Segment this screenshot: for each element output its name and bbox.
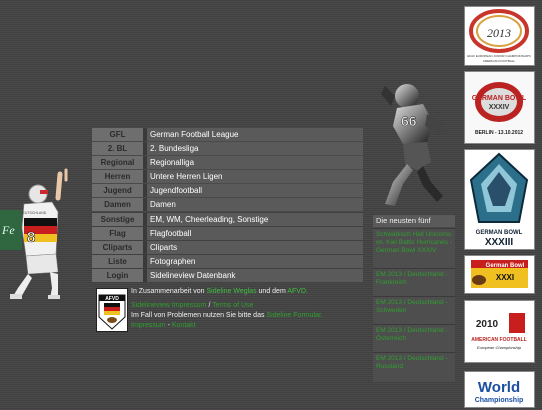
- nav-row-liste[interactable]: Liste Fotographen: [92, 254, 363, 268]
- football-player-right-image: 66: [381, 84, 447, 206]
- impressum-link[interactable]: Impressum: [131, 322, 166, 329]
- svg-text:AMERICAN FOOTBALL: AMERICAN FOOTBALL: [483, 59, 516, 63]
- nav-abbr[interactable]: Damen: [92, 198, 147, 212]
- svg-text:BERLIN - 13.10.2012: BERLIN - 13.10.2012: [475, 130, 523, 136]
- svg-text:XXXI: XXXI: [496, 273, 514, 282]
- nav-full[interactable]: Damen: [147, 198, 363, 212]
- banner-efaf-junior-2013[interactable]: 2013 EFAF EUROPEAN JUNIOR CHAMPIONSHIPS …: [464, 6, 535, 66]
- coop-middle: und dem: [258, 288, 286, 295]
- cooperation-text: In Zusammenarbeit von Sideline Weglas un…: [131, 287, 371, 331]
- shirt-text: DEUTSCHLAND: [20, 211, 47, 215]
- nav-full[interactable]: Jugendfootball: [147, 184, 363, 198]
- nav-abbr[interactable]: Jugend: [92, 184, 147, 198]
- nav-full[interactable]: Regionalliga: [147, 156, 363, 170]
- banner-german-bowl-xxxiv[interactable]: GERMAN BOWL XXXIV BERLIN - 13.10.2012: [464, 71, 535, 144]
- svg-text:XXXIII: XXXIII: [485, 237, 514, 248]
- afvd-logo[interactable]: AFVD: [96, 288, 128, 332]
- terms-link[interactable]: Terms of Use: [212, 302, 253, 309]
- news-item-4[interactable]: EM 2013 / Deutschland - Österreich: [373, 324, 455, 352]
- svg-text:2010: 2010: [476, 319, 499, 330]
- news-item-1[interactable]: Schwäbisch Hall Unicorns vs. Kiel Baltic…: [373, 228, 455, 268]
- svg-text:GERMAN BOWL: GERMAN BOWL: [472, 95, 527, 102]
- nav-row-cliparts[interactable]: Cliparts Cliparts: [92, 240, 363, 254]
- nav-full[interactable]: 2. Bundesliga: [147, 142, 363, 156]
- nav-full[interactable]: German Football League: [147, 128, 363, 141]
- news-item-2[interactable]: EM 2013 / Deutschland - Frankreich: [373, 268, 455, 296]
- banner-german-bowl-xxxi[interactable]: German Bowl XXXI: [464, 255, 535, 294]
- svg-text:German Bowl: German Bowl: [486, 263, 525, 269]
- banner-german-bowl-xxxiii[interactable]: GERMAN BOWL XXXIII: [464, 149, 535, 250]
- svg-text:GERMAN BOWL: GERMAN BOWL: [476, 230, 523, 236]
- svg-text:Championship: Championship: [475, 397, 524, 404]
- svg-text:XXXIV: XXXIV: [489, 104, 510, 111]
- svg-text:2013: 2013: [487, 26, 511, 40]
- nav-abbr[interactable]: Herren: [92, 170, 147, 184]
- nav-abbr[interactable]: GFL: [92, 128, 147, 141]
- nav-full[interactable]: Untere Herren Ligen: [147, 170, 363, 184]
- nav-full[interactable]: Flagfootball: [147, 226, 363, 240]
- nav-row-jugend[interactable]: Jugend Jugendfootball: [92, 184, 363, 198]
- news-heading: Die neusten fünf: [373, 215, 455, 227]
- category-navigation: GFL German Football League 2. BL 2. Bundesl…: [92, 128, 363, 283]
- jersey-number: 8: [27, 229, 35, 246]
- nav-row-flag[interactable]: Flag Flagfootball: [92, 226, 363, 240]
- nav-row-damen[interactable]: Damen Damen: [92, 198, 363, 212]
- nav-row-gfl[interactable]: GFL German Football League: [92, 128, 363, 141]
- nav-row-regional[interactable]: Regional Regionalliga: [92, 156, 363, 170]
- problem-text: Im Fall von Problemen nutzen Sie bitte d…: [131, 312, 265, 319]
- nav-abbr[interactable]: Cliparts: [92, 240, 147, 254]
- nav-row-2-bl[interactable]: 2. BL 2. Bundesliga: [92, 142, 363, 156]
- football-player-left-image: Fe 8 DEUTSCHLAND: [0, 168, 68, 299]
- nav-row-herren[interactable]: Herren Untere Herren Ligen: [92, 170, 363, 184]
- nav-full[interactable]: Sidelineview Datenbank: [147, 268, 363, 282]
- impressum-link-top[interactable]: Sidelineview Impressum: [131, 302, 206, 309]
- coop-sep: /: [208, 302, 211, 309]
- nav-abbr[interactable]: Liste: [92, 254, 147, 268]
- nav-row-sonstige[interactable]: Sonstige EM, WM, Cheerleading, Sonstige: [92, 212, 363, 226]
- svg-text:EFAF EUROPEAN JUNIOR CHAMPIONS: EFAF EUROPEAN JUNIOR CHAMPIONSHIPS: [467, 54, 530, 58]
- svg-text:66: 66: [401, 113, 417, 129]
- dash: -: [167, 322, 170, 329]
- svg-text:AFVD: AFVD: [105, 296, 119, 302]
- nav-abbr[interactable]: Regional: [92, 156, 147, 170]
- nav-full[interactable]: Cliparts: [147, 240, 363, 254]
- svg-text:AMERICAN FOOTBALL: AMERICAN FOOTBALL: [471, 337, 527, 343]
- svg-text:European Championship: European Championship: [477, 345, 522, 350]
- kontakt-link[interactable]: Kontakt: [172, 322, 196, 329]
- nav-full[interactable]: EM, WM, Cheerleading, Sonstige: [147, 212, 363, 226]
- banner-ec-2010[interactable]: 2010 AMERICAN FOOTBALL European Champion…: [464, 300, 535, 363]
- nav-abbr[interactable]: Login: [92, 268, 147, 282]
- news-item-5[interactable]: EM 2013 / Deutschland - Russland: [373, 352, 455, 382]
- nav-row-login[interactable]: Login Sidelineview Datenbank: [92, 268, 363, 282]
- nav-full[interactable]: Fotographen: [147, 254, 363, 268]
- nav-abbr[interactable]: 2. BL: [92, 142, 147, 156]
- news-item-3[interactable]: EM 2013 / Deutschland - Schweden: [373, 296, 455, 324]
- sideline-weglas-link[interactable]: Sideline Weglas: [207, 288, 257, 295]
- svg-text:World: World: [478, 379, 520, 396]
- banner-world-championship[interactable]: World Championship: [464, 371, 535, 408]
- svg-text:Fe: Fe: [1, 223, 15, 237]
- nav-abbr[interactable]: Sonstige: [92, 212, 147, 226]
- nav-abbr[interactable]: Flag: [92, 226, 147, 240]
- coop-prefix: In Zusammenarbeit von: [131, 288, 205, 295]
- afvd-link[interactable]: AFVD.: [287, 288, 308, 295]
- formular-link[interactable]: Sideline Formular.: [266, 312, 322, 319]
